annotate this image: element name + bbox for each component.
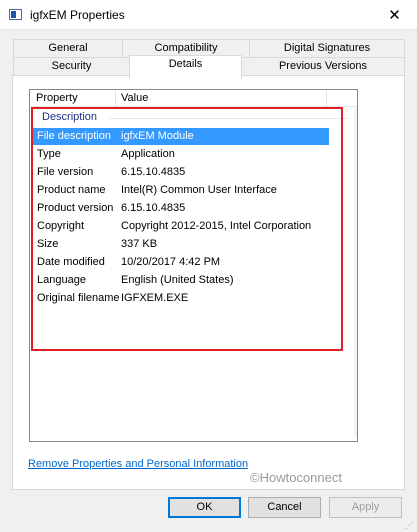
tab-general[interactable]: General — [13, 39, 123, 58]
window-title: igfxEM Properties — [30, 8, 125, 22]
ok-button[interactable]: OK — [168, 497, 241, 518]
tab-digital-signatures[interactable]: Digital Signatures — [249, 39, 405, 58]
column-separator[interactable] — [115, 90, 116, 107]
list-header: Property Value — [30, 90, 357, 107]
tab-security[interactable]: Security — [13, 57, 130, 76]
close-button[interactable]: ✕ — [372, 0, 417, 30]
column-header-value[interactable]: Value — [121, 92, 148, 104]
highlight-box — [31, 107, 343, 351]
list-scrollbar[interactable] — [354, 108, 357, 438]
window-icon — [9, 9, 22, 20]
column-separator[interactable] — [326, 90, 327, 107]
column-header-property[interactable]: Property — [36, 92, 78, 104]
resize-grip-icon[interactable]: ⋰ — [405, 520, 415, 530]
remove-properties-link[interactable]: Remove Properties and Personal Informati… — [28, 458, 248, 470]
tab-previous-versions[interactable]: Previous Versions — [241, 57, 405, 76]
title-bar: igfxEM Properties ✕ — [0, 0, 417, 30]
apply-button[interactable]: Apply — [329, 497, 402, 518]
tab-details[interactable]: Details — [129, 55, 242, 79]
watermark: ©Howtoconnect — [250, 470, 342, 485]
cancel-button[interactable]: Cancel — [248, 497, 321, 518]
